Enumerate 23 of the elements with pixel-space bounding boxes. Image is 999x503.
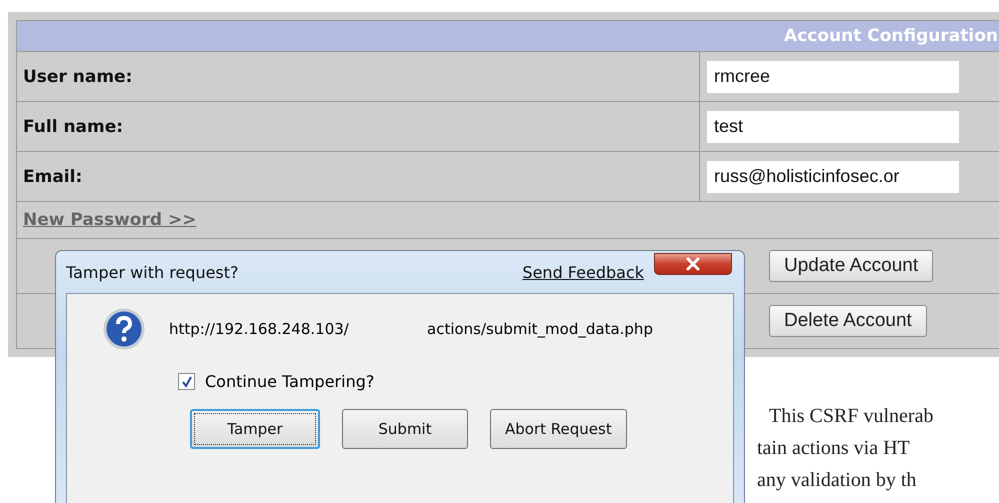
input-field[interactable]: test bbox=[707, 110, 959, 142]
dialog-title: Tamper with request? bbox=[66, 262, 239, 282]
field-label: Email: bbox=[17, 152, 700, 201]
dialog-button[interactable]: Abort Request bbox=[490, 409, 627, 449]
input-field[interactable]: russ@holisticinfosec.or bbox=[707, 160, 959, 192]
input-field[interactable]: rmcree bbox=[707, 60, 959, 92]
body-paragraph: This CSRF vulnerab tain actions via HT any validation by th bbox=[757, 404, 934, 493]
close-button[interactable] bbox=[654, 253, 732, 275]
send-feedback-link[interactable]: Send Feedback bbox=[522, 262, 644, 282]
field-label: User name: bbox=[17, 52, 700, 101]
account-button[interactable]: Delete Account bbox=[769, 305, 927, 337]
dialog-button[interactable]: Tamper bbox=[190, 409, 320, 449]
new-password-link[interactable]: New Password >> bbox=[23, 210, 196, 230]
url-text: actions/submit_mod_data.php bbox=[427, 320, 653, 338]
checkbox[interactable] bbox=[178, 373, 195, 390]
dialog-button[interactable]: Submit bbox=[342, 409, 468, 449]
close-icon bbox=[685, 257, 701, 271]
panel-title: Account Configuration bbox=[784, 26, 998, 46]
url-text: http://192.168.248.103/ bbox=[169, 320, 350, 338]
account-button[interactable]: Update Account bbox=[769, 250, 934, 282]
field-label: Full name: bbox=[17, 102, 700, 151]
question-icon bbox=[103, 308, 145, 350]
checkbox-label: Continue Tampering? bbox=[205, 372, 374, 391]
